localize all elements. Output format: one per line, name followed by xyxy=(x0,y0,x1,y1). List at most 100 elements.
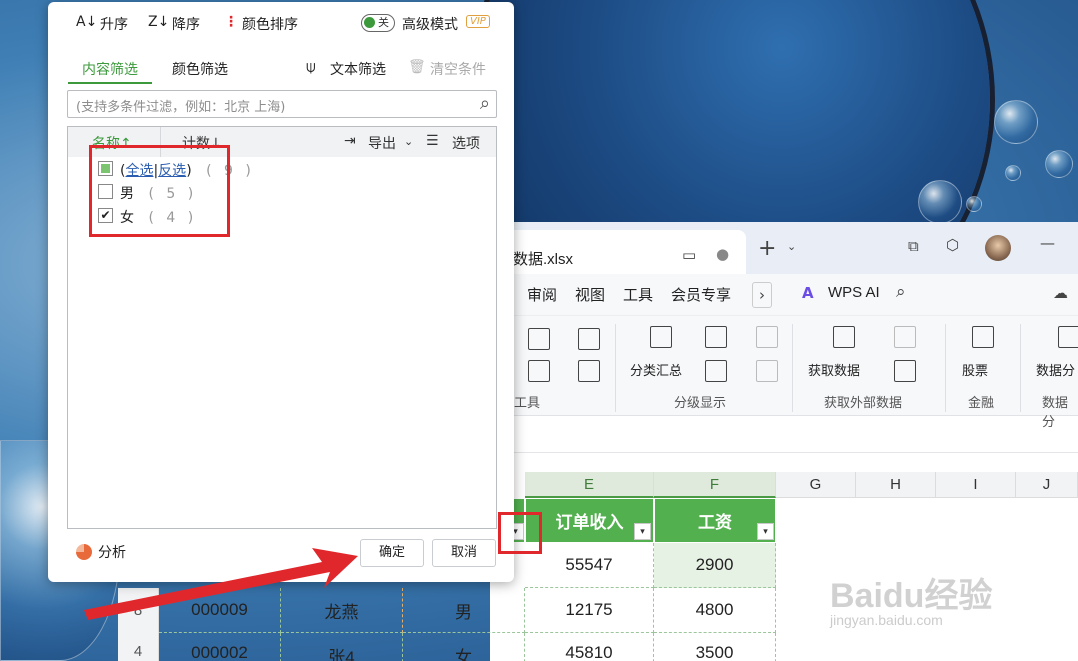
validate-icon[interactable] xyxy=(528,328,550,350)
import-icon[interactable] xyxy=(528,360,550,382)
text-filter-icon: ⍦ xyxy=(306,57,316,76)
advanced-mode-toggle[interactable]: 关 xyxy=(361,14,395,32)
analysis-button[interactable]: 分析 xyxy=(98,542,126,562)
document-tab-title: 数据.xlsx xyxy=(513,251,574,268)
subtotal-icon[interactable] xyxy=(650,326,672,348)
data-icon[interactable] xyxy=(1058,326,1078,348)
unsaved-dot-icon: ● xyxy=(716,245,730,263)
menu-review[interactable]: 审阅 xyxy=(527,284,557,305)
menu-bar: 审阅 视图 工具 会员专享 › A WPS AI ⌕ ☁ xyxy=(490,274,1078,316)
search-icon[interactable]: ⌕ xyxy=(480,93,490,114)
ribbon-separator xyxy=(945,324,946,412)
pie-chart-icon xyxy=(76,544,92,560)
subtotal-button[interactable]: 分类汇总 xyxy=(630,360,682,379)
consolidate-icon[interactable] xyxy=(578,328,600,350)
export-button[interactable]: 导出 xyxy=(368,133,396,153)
ungroup-rows-icon[interactable] xyxy=(705,360,727,382)
menu-tools[interactable]: 工具 xyxy=(623,284,653,305)
ribbon-separator xyxy=(792,324,793,412)
table-cell[interactable]: 45810 xyxy=(525,633,654,661)
table-cell[interactable]: 龙燕 xyxy=(281,588,403,633)
avatar[interactable] xyxy=(985,235,1011,261)
ok-button[interactable]: 确定 xyxy=(360,539,424,567)
color-sort-icon: ⋮ xyxy=(224,14,238,30)
sort-desc-icon: Z↓ xyxy=(148,14,170,30)
group-rows-icon[interactable] xyxy=(705,326,727,348)
watermark-url: jingyan.baidu.com xyxy=(830,612,943,628)
clear-conditions-button[interactable]: 清空条件 xyxy=(430,59,486,79)
get-data-icon[interactable] xyxy=(833,326,855,348)
group-data-label: 数据分 xyxy=(1042,396,1069,430)
table-cell[interactable]: 男 xyxy=(403,588,525,633)
group-finance-label: 金融 xyxy=(968,396,995,411)
window-switch-icon[interactable]: ⧉ xyxy=(908,237,919,255)
column-header-i[interactable]: I xyxy=(936,472,1016,498)
sort-desc-button[interactable]: 降序 xyxy=(172,14,200,34)
tab-color-filter[interactable]: 颜色筛选 xyxy=(172,59,228,79)
group-outline-label: 分级显示 xyxy=(674,396,727,411)
cube-icon[interactable]: ⬡ xyxy=(946,236,959,254)
chevron-down-icon: ⌄ xyxy=(404,135,414,148)
wallpaper-bubble xyxy=(1005,165,1021,181)
table-cell[interactable]: 12175 xyxy=(525,588,654,633)
filter-search-input[interactable]: (支持多条件过滤，例如：北京 上海) ⌕ xyxy=(67,90,497,118)
menu-icon: ☰ xyxy=(426,133,439,149)
column-header-j[interactable]: J xyxy=(1016,472,1078,498)
column-header-e[interactable]: E xyxy=(525,472,654,498)
column-header-f[interactable]: F xyxy=(654,472,776,498)
ribbon-separator xyxy=(615,324,616,412)
options-button[interactable]: 选项 xyxy=(452,133,480,153)
table-cell[interactable]: 000002 xyxy=(159,633,281,661)
row-header[interactable]: 4 xyxy=(118,633,159,661)
tab-content-filter[interactable]: 内容筛选 xyxy=(68,59,152,84)
formula-bar[interactable] xyxy=(490,416,1078,453)
advanced-mode-label: 高级模式 xyxy=(402,17,458,33)
table-cell[interactable]: 张4 xyxy=(281,633,403,661)
chevron-down-icon[interactable]: ⌄ xyxy=(787,240,796,253)
title-bar: 数据.xlsx ▭ ● + ⌄ ⧉ ⬡ — xyxy=(490,222,1078,274)
filter-popup: A↓ 升序 Z↓ 降序 ⋮ 颜色排序 关 高级模式 VIP 内容筛选 颜色筛选 … xyxy=(48,2,514,582)
cloud-upload-icon[interactable]: ☁ xyxy=(1053,284,1068,302)
table-cell[interactable]: 4800 xyxy=(654,588,776,633)
hide-detail-icon[interactable] xyxy=(756,360,778,382)
row-header[interactable]: 8 xyxy=(118,588,159,633)
table-icon[interactable] xyxy=(578,360,600,382)
chevron-right-icon[interactable]: › xyxy=(752,282,772,308)
wallpaper-bubble xyxy=(966,196,982,212)
stocks-icon[interactable] xyxy=(972,326,994,348)
menu-view[interactable]: 视图 xyxy=(575,284,605,305)
table-cell[interactable]: 000009 xyxy=(159,588,281,633)
menu-member[interactable]: 会员专享 xyxy=(671,284,731,305)
sort-asc-button[interactable]: 升序 xyxy=(100,14,128,34)
table-cell[interactable]: 2900 xyxy=(654,543,776,588)
new-tab-icon[interactable]: + xyxy=(758,236,776,261)
table-cell[interactable]: 55547 xyxy=(525,543,654,588)
stocks-button[interactable]: 股票 xyxy=(962,360,988,379)
group-external-label: 获取外部数据 xyxy=(824,396,903,411)
ribbon-separator xyxy=(1020,324,1021,412)
refresh-icon[interactable] xyxy=(894,360,916,382)
group-tools-label: 工具 xyxy=(514,396,541,411)
cancel-button[interactable]: 取消 xyxy=(432,539,496,567)
wallpaper-bubble xyxy=(918,180,962,224)
color-sort-button[interactable]: 颜色排序 xyxy=(242,14,298,34)
minimize-icon[interactable]: — xyxy=(1040,234,1055,252)
filter-dropdown-e[interactable]: ▾ xyxy=(634,523,651,540)
document-tab[interactable]: 数据.xlsx ▭ ● xyxy=(490,230,746,274)
column-header-h[interactable]: H xyxy=(856,472,936,498)
trash-icon: 🗑 xyxy=(408,59,426,75)
text-filter-button[interactable]: 文本筛选 xyxy=(330,59,386,79)
filter-dropdown-f[interactable]: ▾ xyxy=(757,523,774,540)
column-header-g[interactable]: G xyxy=(776,472,856,498)
monitor-icon[interactable]: ▭ xyxy=(682,246,696,264)
search-icon[interactable]: ⌕ xyxy=(896,282,906,302)
table-cell[interactable]: 3500 xyxy=(654,633,776,661)
menu-wps-ai[interactable]: WPS AI xyxy=(828,284,880,301)
show-detail-icon[interactable] xyxy=(756,326,778,348)
export-icon: ⇥ xyxy=(344,133,356,149)
table-cell[interactable]: 女 xyxy=(403,633,525,661)
wps-ai-icon: A xyxy=(802,284,814,302)
get-data-button[interactable]: 获取数据 xyxy=(808,360,860,379)
data-button[interactable]: 数据分 xyxy=(1036,360,1075,379)
link-icon[interactable] xyxy=(894,326,916,348)
